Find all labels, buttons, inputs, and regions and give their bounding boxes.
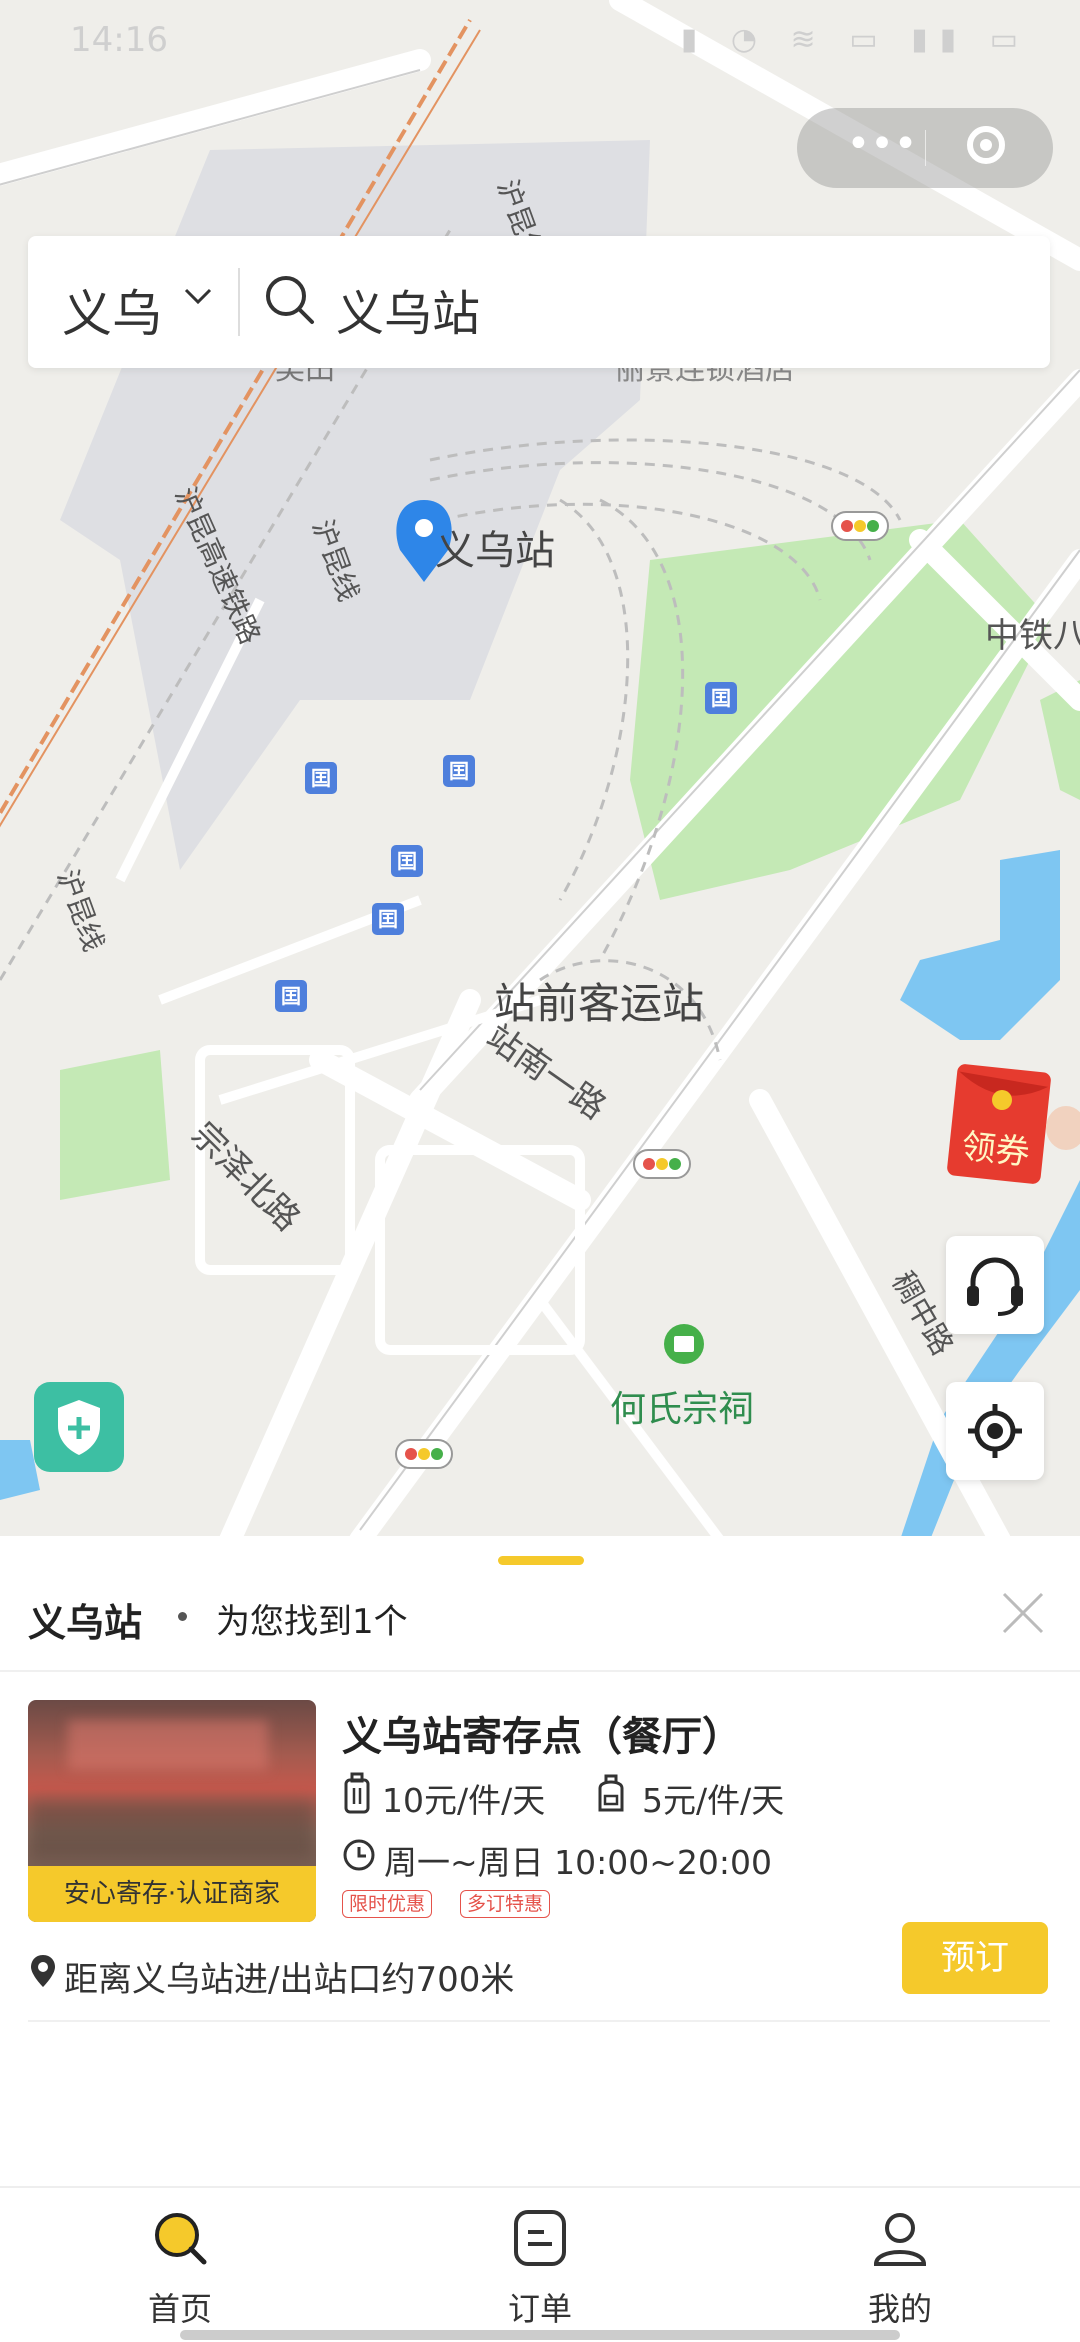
safety-button[interactable]: [34, 1382, 124, 1472]
tab-home[interactable]: 首页: [80, 2188, 280, 2342]
chevron-down-icon[interactable]: [178, 276, 218, 316]
locate-icon: [968, 1404, 1022, 1458]
store-badge: 安心寄存·认证商家: [28, 1866, 316, 1922]
suitcase-icon: [344, 1772, 370, 1814]
coupon-label: 领券: [959, 1126, 1032, 1174]
tab-bar: 首页 订单 我的: [0, 2186, 1080, 2342]
profile-icon: [873, 2213, 927, 2266]
store-photo: 安心寄存·认证商家: [28, 1700, 316, 1922]
promo-tag-multi: 多订特惠: [460, 1890, 551, 1918]
map-label-hecun-temple: 何氏宗祠: [610, 1389, 755, 1430]
svg-text:囯: 囯: [711, 686, 731, 710]
svg-text:囯: 囯: [311, 766, 331, 790]
price-small: 5元/件/天: [642, 1781, 785, 1820]
card-divider: [28, 2020, 1050, 2022]
tab-orders[interactable]: 订单: [440, 2188, 640, 2342]
search-icon: [155, 2213, 207, 2265]
status-time: 14:16: [70, 20, 168, 60]
capsule-divider: [925, 130, 926, 166]
backpack-icon: [598, 1774, 624, 1812]
svg-text:囯: 囯: [281, 984, 301, 1008]
svg-text:囯: 囯: [449, 759, 469, 783]
more-icon[interactable]: •••: [837, 124, 927, 170]
tab-orders-label: 订单: [507, 2290, 572, 2328]
sheet-divider: [0, 1670, 1080, 1672]
location-pin-icon: [31, 1955, 55, 1987]
shield-icon: [58, 1400, 100, 1455]
city-selector[interactable]: 义乌: [62, 274, 162, 346]
miniprogram-capsule: •••: [797, 108, 1053, 188]
svg-text:囯: 囯: [397, 849, 417, 873]
close-icon[interactable]: [998, 1588, 1048, 1638]
tab-home-label: 首页: [147, 2290, 212, 2328]
coupon-button[interactable]: 领券: [940, 1058, 1080, 1188]
map-label-zhongtie: 中铁八: [985, 616, 1080, 656]
book-button[interactable]: 预订: [902, 1922, 1048, 1994]
map-label-station: 义乌站: [435, 528, 555, 574]
customer-service-button[interactable]: [946, 1236, 1044, 1334]
sheet-handle[interactable]: [498, 1556, 584, 1565]
tab-profile-label: 我的: [867, 2290, 932, 2328]
promo-tag-limited: 限时优惠: [342, 1890, 433, 1918]
status-icons: ▮ ◔ ≋ ▭ ▮▮ ▭: [680, 22, 1030, 57]
status-bar: 14:16 ▮ ◔ ≋ ▭ ▮▮ ▭: [0, 0, 1080, 80]
search-input[interactable]: 义乌站: [336, 274, 480, 344]
tab-profile[interactable]: 我的: [800, 2188, 1000, 2342]
map-label-zhanqian: 站前客运站: [494, 979, 705, 1028]
search-bar: 义乌 义乌站: [28, 236, 1050, 368]
search-divider: [238, 268, 240, 336]
search-icon: [266, 276, 314, 324]
results-sheet: 义乌站 为您找到1个 安心寄存·认证商家 义乌站寄存点（餐厅） 10元/件/天 …: [0, 1536, 1080, 2186]
headset-icon: [967, 1257, 1023, 1316]
results-count: 为您找到1个: [216, 1602, 408, 1642]
map-view[interactable]: 囯 囯 囯 囯 囯 囯 义乌站 站前客运站 站南一路 宗泽北路 何氏宗祠 中铁八…: [0, 0, 1080, 1540]
svg-text:囯: 囯: [378, 907, 398, 931]
home-indicator: [180, 2330, 900, 2340]
locate-button[interactable]: [946, 1382, 1044, 1480]
price-large: 10元/件/天: [382, 1781, 546, 1820]
clock-icon: [343, 1839, 375, 1871]
store-hours: 周一~周日 10:00~20:00: [384, 1843, 772, 1882]
store-name: 义乌站寄存点（餐厅）: [342, 1714, 742, 1760]
store-distance: 距离义乌站进/出站口约700米: [64, 1960, 515, 2000]
order-icon: [514, 2210, 566, 2266]
close-miniprogram-icon[interactable]: [967, 126, 1005, 164]
results-title: 义乌站: [28, 1601, 143, 1645]
title-dot: [178, 1612, 187, 1621]
